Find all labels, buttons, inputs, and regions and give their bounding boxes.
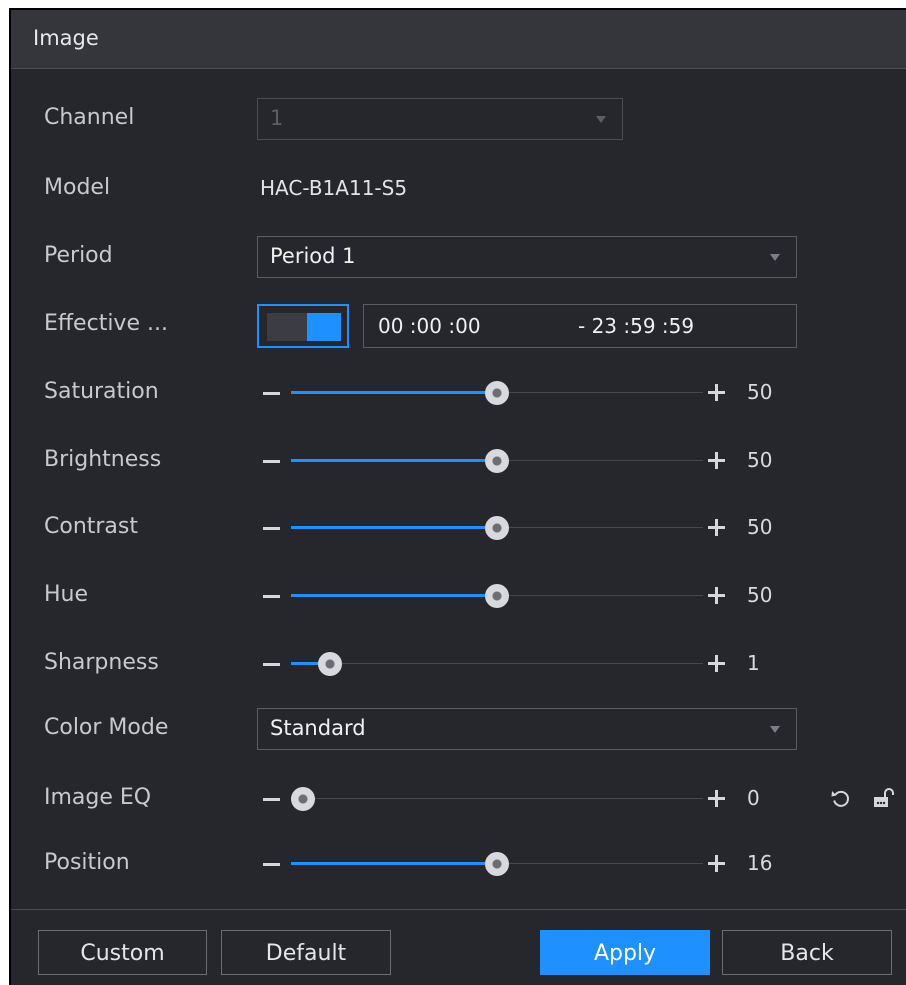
effective-label: Effective ... xyxy=(44,311,168,336)
slider-handle[interactable] xyxy=(485,449,509,473)
color-mode-label: Color Mode xyxy=(44,715,169,740)
brightness-label: Brightness xyxy=(44,447,162,472)
hue-decrease-button[interactable] xyxy=(263,595,280,598)
image-eq-slider[interactable] xyxy=(291,787,703,811)
brightness-row: Brightness 50 xyxy=(11,440,906,480)
slider-fill xyxy=(291,459,497,462)
slider-handle[interactable] xyxy=(485,852,509,876)
slider-fill xyxy=(291,526,497,529)
contrast-slider[interactable] xyxy=(291,516,703,540)
sharpness-row: Sharpness 1 xyxy=(11,643,906,683)
hue-slider[interactable] xyxy=(291,584,703,608)
chevron-down-icon xyxy=(770,254,780,261)
slider-fill xyxy=(291,594,497,597)
model-row: Model HAC-B1A11-S5 xyxy=(11,168,906,208)
brightness-increase-button[interactable] xyxy=(708,452,726,470)
model-label: Model xyxy=(44,175,111,200)
hue-increase-button[interactable] xyxy=(708,587,726,605)
channel-select[interactable]: 1 xyxy=(257,98,623,140)
position-value: 16 xyxy=(747,851,773,875)
slider-handle[interactable] xyxy=(485,516,509,540)
image-eq-decrease-button[interactable] xyxy=(263,798,280,801)
default-button[interactable]: Default xyxy=(221,930,391,975)
position-label: Position xyxy=(44,850,130,875)
image-eq-row: Image EQ 0 xyxy=(11,778,906,818)
contrast-row: Contrast 50 xyxy=(11,507,906,547)
apply-button[interactable]: Apply xyxy=(540,930,710,975)
saturation-decrease-button[interactable] xyxy=(263,392,280,395)
saturation-row: Saturation 50 xyxy=(11,372,906,412)
position-decrease-button[interactable] xyxy=(263,863,280,866)
sharpness-slider[interactable] xyxy=(291,652,703,676)
brightness-slider[interactable] xyxy=(291,449,703,473)
saturation-value: 50 xyxy=(747,380,773,404)
model-value: HAC-B1A11-S5 xyxy=(260,176,408,200)
color-mode-value: Standard xyxy=(270,716,366,740)
image-eq-label: Image EQ xyxy=(44,785,152,810)
footer-divider xyxy=(11,909,906,910)
slider-handle[interactable] xyxy=(485,584,509,608)
hue-value: 50 xyxy=(747,583,773,607)
position-row: Position 16 xyxy=(11,843,906,883)
saturation-label: Saturation xyxy=(44,379,159,404)
sharpness-decrease-button[interactable] xyxy=(263,663,280,666)
position-slider[interactable] xyxy=(291,852,703,876)
chevron-down-icon xyxy=(770,726,780,733)
custom-button[interactable]: Custom xyxy=(38,930,207,975)
contrast-increase-button[interactable] xyxy=(708,519,726,537)
toggle-knob xyxy=(307,313,341,341)
chevron-down-icon xyxy=(596,116,606,123)
brightness-decrease-button[interactable] xyxy=(263,460,280,463)
color-mode-row: Color Mode Standard xyxy=(11,708,906,750)
sharpness-increase-button[interactable] xyxy=(708,655,726,673)
hue-label: Hue xyxy=(44,582,89,607)
channel-label: Channel xyxy=(44,105,135,130)
hue-row: Hue 50 xyxy=(11,575,906,615)
slider-handle[interactable] xyxy=(291,787,315,811)
effective-row: Effective ... 00 :00 :00 - 23 :59 :59 xyxy=(11,304,906,348)
sharpness-value: 1 xyxy=(747,651,760,675)
toggle-track xyxy=(267,313,341,341)
effective-toggle[interactable] xyxy=(257,304,349,348)
contrast-value: 50 xyxy=(747,515,773,539)
image-settings-window: Image Channel 1 Model HAC-B1A11-S5 Perio… xyxy=(9,8,906,985)
image-eq-value: 0 xyxy=(747,786,760,810)
period-select[interactable]: Period 1 xyxy=(257,236,797,278)
position-increase-button[interactable] xyxy=(708,855,726,873)
start-time: 00 :00 :00 xyxy=(378,314,481,338)
period-label: Period xyxy=(44,243,113,268)
saturation-slider[interactable] xyxy=(291,381,703,405)
contrast-label: Contrast xyxy=(44,514,139,539)
channel-value: 1 xyxy=(270,106,284,130)
period-value: Period 1 xyxy=(270,244,356,268)
slider-handle[interactable] xyxy=(485,381,509,405)
sharpness-label: Sharpness xyxy=(44,650,159,675)
refresh-icon[interactable] xyxy=(829,786,853,810)
brightness-value: 50 xyxy=(747,448,773,472)
slider-fill xyxy=(291,862,497,865)
period-row: Period Period 1 xyxy=(11,236,906,278)
color-mode-select[interactable]: Standard xyxy=(257,708,797,750)
back-button[interactable]: Back xyxy=(722,930,892,975)
unlock-icon[interactable] xyxy=(872,786,896,810)
slider-fill xyxy=(291,391,497,394)
effective-time-range[interactable]: 00 :00 :00 - 23 :59 :59 xyxy=(363,304,797,348)
contrast-decrease-button[interactable] xyxy=(263,527,280,530)
image-eq-increase-button[interactable] xyxy=(708,790,726,808)
end-time: - 23 :59 :59 xyxy=(578,314,695,338)
saturation-increase-button[interactable] xyxy=(708,384,726,402)
title-bar: Image xyxy=(11,10,906,69)
channel-row: Channel 1 xyxy=(11,98,906,140)
window-title: Image xyxy=(33,26,99,50)
slider-handle[interactable] xyxy=(318,652,342,676)
